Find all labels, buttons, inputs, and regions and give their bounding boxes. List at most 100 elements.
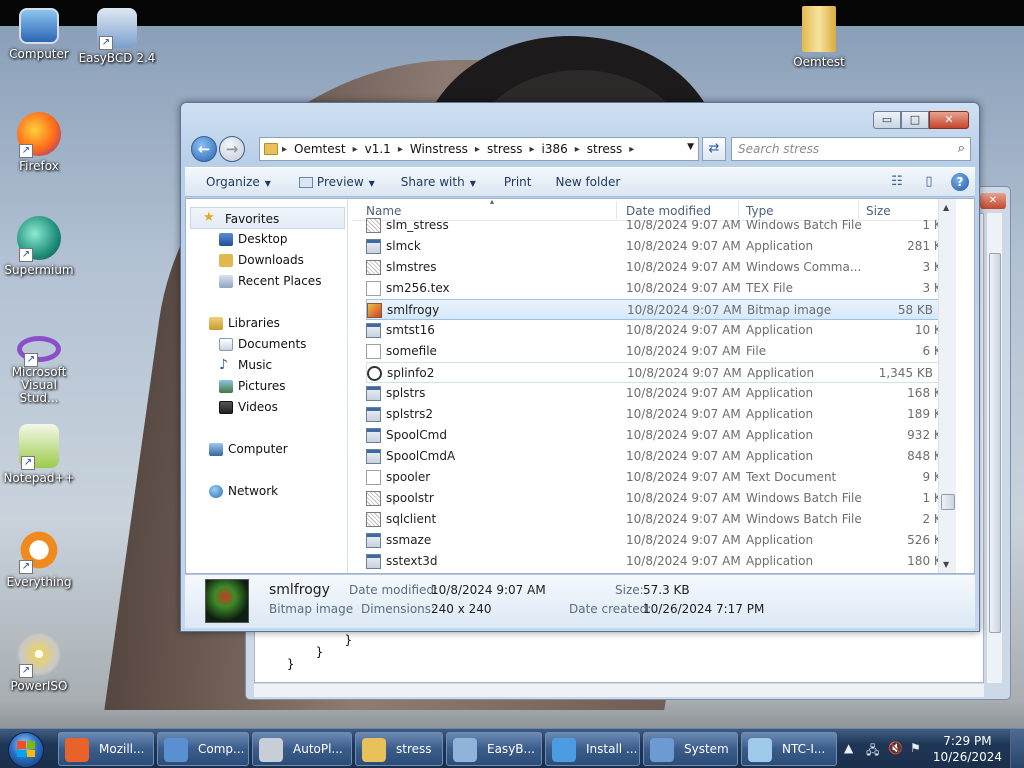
scroll-down-icon[interactable]: ▼ [943, 560, 949, 569]
desktop-icon-notepadpp[interactable]: ↗ Notepad++ [0, 424, 78, 485]
search-icon[interactable]: ⌕ [958, 141, 965, 156]
code-vertical-scrollbar[interactable] [986, 213, 1002, 683]
shortcut-arrow-icon: ↗ [19, 144, 33, 158]
start-button[interactable] [2, 729, 52, 768]
taskbar-button[interactable]: NTC-I... [741, 732, 837, 766]
nav-computer[interactable]: Computer [186, 439, 347, 460]
print-button[interactable]: Print [494, 175, 542, 189]
file-row[interactable]: SpoolCmd 10/8/2024 9:07 AM Application 932 … [352, 425, 956, 446]
file-row[interactable]: splstrs 10/8/2024 9:07 AM Application 168 K… [352, 383, 956, 404]
nav-music[interactable]: ♪ Music [186, 355, 347, 376]
explorer-window[interactable]: ▭ □ ✕ ← → ▸ Oemtest ▸ v1.1 ▸ Winstress ▸ st… [180, 102, 980, 632]
desktop-icon-supermium[interactable]: ↗ Supermium [0, 216, 78, 277]
code-horizontal-scrollbar[interactable] [254, 683, 984, 697]
chevron-right-icon: ▸ [282, 143, 288, 155]
nav-network[interactable]: Network [186, 481, 347, 502]
taskbar-button[interactable]: System [643, 732, 738, 766]
forward-button[interactable]: → [219, 136, 245, 162]
scroll-up-icon[interactable]: ▲ [943, 203, 949, 212]
file-row[interactable]: spoolstr 10/8/2024 9:07 AM Windows Batch F… [352, 488, 956, 509]
documents-icon [219, 338, 233, 351]
taskbar-button[interactable]: Install ... [545, 732, 640, 766]
breadcrumb-stress[interactable]: stress [487, 142, 523, 156]
file-row[interactable]: smtst16 10/8/2024 9:07 AM Application 10 KB [352, 320, 956, 341]
file-row[interactable]: spooler 10/8/2024 9:07 AM Text Document 9 K… [352, 467, 956, 488]
share-with-button[interactable]: Share with ▼ [391, 175, 486, 189]
file-row[interactable]: ssmaze 10/8/2024 9:07 AM Application 526 KB [352, 530, 956, 551]
file-type: Application [746, 239, 814, 253]
taskbar-button[interactable]: EasyB... [446, 732, 542, 766]
file-row[interactable]: slm_stress 10/8/2024 9:07 AM Windows Batch… [352, 215, 956, 236]
breadcrumb-winstress[interactable]: Winstress [410, 142, 468, 156]
nav-videos[interactable]: Videos [186, 397, 347, 418]
breadcrumb-stress-current[interactable]: stress [587, 142, 623, 156]
chevron-right-icon[interactable]: ▸ [629, 144, 634, 155]
file-row[interactable]: sqlclient 10/8/2024 9:07 AM Windows Batch … [352, 509, 956, 530]
clock[interactable]: 7:29 PM 10/26/2024 [933, 733, 1002, 765]
file-row[interactable]: slmck 10/8/2024 9:07 AM Application 281 KB [352, 236, 956, 257]
desktop-icon-oemtest[interactable]: Oemtest [780, 6, 858, 69]
desktop-icon-firefox[interactable]: ↗ Firefox [0, 112, 78, 173]
taskbar-button[interactable]: Mozill... [58, 732, 154, 766]
new-folder-button[interactable]: New folder [545, 175, 630, 189]
taskbar-button[interactable]: Comp... [157, 732, 249, 766]
address-bar[interactable]: ▸ Oemtest ▸ v1.1 ▸ Winstress ▸ stress ▸ i386… [259, 137, 699, 161]
scrollbar-thumb[interactable] [989, 253, 1001, 633]
taskbar-button[interactable]: AutoPl... [252, 732, 352, 766]
nav-favorites[interactable]: ★ Favorites [190, 207, 345, 229]
desktop-icon-everything[interactable]: ↗ Everything [0, 528, 78, 589]
close-button[interactable]: ✕ [929, 111, 969, 129]
nav-desktop[interactable]: Desktop [186, 229, 347, 250]
volume-muted-icon[interactable]: 🔇 [888, 741, 903, 755]
file-row[interactable]: smlfrogy 10/8/2024 9:07 AM Bitmap image 58 … [366, 299, 940, 320]
file-row[interactable]: somefile 10/8/2024 9:07 AM File 6 KB [352, 341, 956, 362]
file-row[interactable]: sstext3d 10/8/2024 9:07 AM Application 180 … [352, 551, 956, 572]
desktop-icon-visual-studio[interactable]: ↗ Microsoft Visual Stud... [0, 330, 78, 405]
breadcrumb-v1-1[interactable]: v1.1 [365, 142, 391, 156]
help-icon[interactable]: ? [951, 173, 969, 191]
file-list-scrollbar[interactable]: ▲ ▼ [938, 199, 956, 573]
tray-expand-icon[interactable]: ▲ [844, 741, 853, 755]
file-row[interactable]: sm256.tex 10/8/2024 9:07 AM TEX File 3 KB [352, 278, 956, 299]
preview-button[interactable]: Preview ▼ [289, 175, 385, 189]
minimize-button[interactable]: ▭ [873, 111, 901, 129]
file-name: somefile [386, 344, 437, 358]
navigation-pane[interactable]: ★ Favorites Desktop Downloads Recent Plac… [186, 199, 348, 573]
chevron-right-icon[interactable]: ▸ [475, 144, 480, 155]
file-rows: slm_stress 10/8/2024 9:07 AM Windows Batch… [352, 215, 956, 572]
network-tray-icon[interactable]: 🖧 [866, 741, 879, 762]
desktop-icon-easybcd[interactable]: ↗ EasyBCD 2.4 [78, 8, 156, 65]
preview-pane-icon[interactable]: ▯ [919, 172, 939, 192]
chevron-right-icon[interactable]: ▸ [398, 144, 403, 155]
nav-pictures[interactable]: Pictures [186, 376, 347, 397]
scrollbar-thumb[interactable] [941, 494, 955, 510]
folder-icon [802, 6, 836, 52]
close-icon[interactable]: ✕ [980, 193, 1006, 209]
file-list[interactable]: Name ▴ Date modified Type Size slm_stres… [352, 199, 956, 573]
file-row[interactable]: SpoolCmdA 10/8/2024 9:07 AM Application 848… [352, 446, 956, 467]
file-row[interactable]: splstrs2 10/8/2024 9:07 AM Application 189 … [352, 404, 956, 425]
chevron-down-icon[interactable]: ▼ [687, 142, 694, 152]
breadcrumb-i386[interactable]: i386 [541, 142, 567, 156]
chevron-right-icon[interactable]: ▸ [575, 144, 580, 155]
desktop-icon-computer[interactable]: Computer [0, 8, 78, 61]
desktop-icon-poweriso[interactable]: ↗ PowerISO [0, 632, 78, 693]
nav-recent-places[interactable]: Recent Places [186, 271, 347, 292]
chevron-right-icon[interactable]: ▸ [353, 144, 358, 155]
nav-documents[interactable]: Documents [186, 334, 347, 355]
action-center-flag-icon[interactable]: ⚑ [910, 741, 921, 755]
organize-button[interactable]: Organize ▼ [185, 175, 281, 189]
file-row[interactable]: splinfo2 10/8/2024 9:07 AM Application 1,34… [366, 362, 940, 383]
refresh-button[interactable]: ⇄ [702, 137, 726, 161]
maximize-button[interactable]: □ [901, 111, 929, 129]
chevron-right-icon[interactable]: ▸ [529, 144, 534, 155]
search-input[interactable]: Search stress ⌕ [731, 137, 971, 161]
view-options-icon[interactable]: ☷ ▼ [887, 172, 907, 207]
show-desktop-button[interactable] [1010, 729, 1024, 768]
back-button[interactable]: ← [191, 136, 217, 162]
nav-downloads[interactable]: Downloads [186, 250, 347, 271]
file-row[interactable]: slmstres 10/8/2024 9:07 AM Windows Comma..… [352, 257, 956, 278]
taskbar-button[interactable]: stress [355, 732, 443, 766]
breadcrumb-oemtest[interactable]: Oemtest [294, 142, 346, 156]
nav-libraries[interactable]: Libraries [186, 313, 347, 334]
